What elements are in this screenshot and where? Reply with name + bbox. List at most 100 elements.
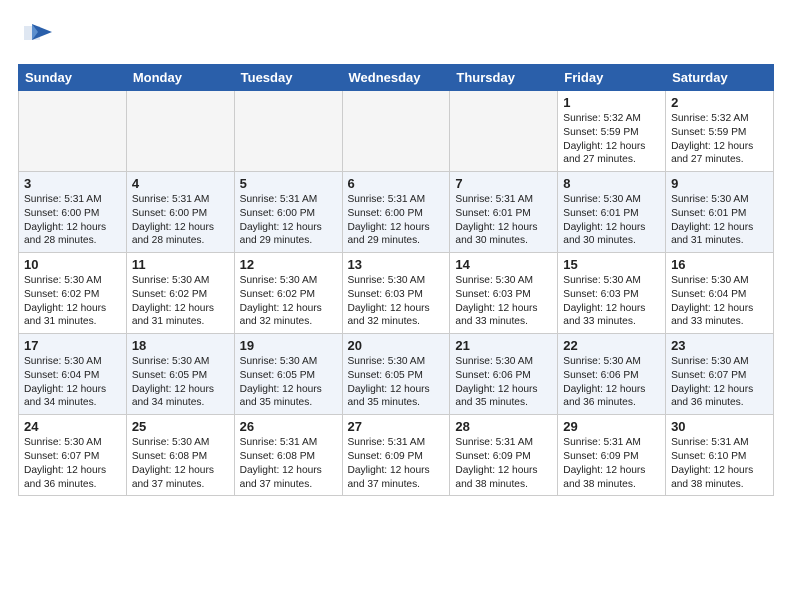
- day-number: 30: [671, 419, 768, 434]
- day-info: Sunrise: 5:30 AM Sunset: 6:02 PM Dayligh…: [132, 274, 229, 329]
- logo: [18, 18, 58, 54]
- day-info: Sunrise: 5:30 AM Sunset: 6:06 PM Dayligh…: [563, 355, 660, 410]
- calendar-cell: 19Sunrise: 5:30 AM Sunset: 6:05 PM Dayli…: [234, 334, 342, 415]
- day-number: 15: [563, 257, 660, 272]
- day-info: Sunrise: 5:31 AM Sunset: 6:00 PM Dayligh…: [240, 193, 337, 248]
- day-info: Sunrise: 5:30 AM Sunset: 6:07 PM Dayligh…: [24, 436, 121, 491]
- calendar-cell: 8 Sunrise: 5:30 AM Sunset: 6:01 PM Daylig…: [558, 172, 666, 253]
- day-info: Sunrise: 5:30 AM Sunset: 6:03 PM Dayligh…: [348, 274, 445, 329]
- calendar-cell: 6 Sunrise: 5:31 AM Sunset: 6:00 PM Daylig…: [342, 172, 450, 253]
- day-number: 23: [671, 338, 768, 353]
- week-row-4: 17Sunrise: 5:30 AM Sunset: 6:04 PM Dayli…: [19, 334, 774, 415]
- calendar-cell: 9 Sunrise: 5:30 AM Sunset: 6:01 PM Daylig…: [666, 172, 774, 253]
- calendar: SundayMondayTuesdayWednesdayThursdayFrid…: [18, 64, 774, 496]
- day-info: Sunrise: 5:30 AM Sunset: 6:01 PM Dayligh…: [671, 193, 768, 248]
- calendar-cell: [450, 91, 558, 172]
- calendar-cell: 13 Sunrise: 5:30 AM Sunset: 6:03 PM Dayli…: [342, 253, 450, 334]
- day-info: Sunrise: 5:30 AM Sunset: 6:02 PM Dayligh…: [24, 274, 121, 329]
- day-info: Sunrise: 5:31 AM Sunset: 6:00 PM Dayligh…: [132, 193, 229, 248]
- day-number: 6: [348, 176, 445, 191]
- weekday-header-sunday: Sunday: [19, 65, 127, 91]
- day-info: Sunrise: 5:31 AM Sunset: 6:00 PM Dayligh…: [24, 193, 121, 248]
- day-number: 11: [132, 257, 229, 272]
- day-info: Sunrise: 5:32 AM Sunset: 5:59 PM Dayligh…: [671, 112, 768, 167]
- calendar-cell: 2Sunrise: 5:32 AM Sunset: 5:59 PM Daylig…: [666, 91, 774, 172]
- weekday-header-row: SundayMondayTuesdayWednesdayThursdayFrid…: [19, 65, 774, 91]
- weekday-header-thursday: Thursday: [450, 65, 558, 91]
- calendar-cell: 17Sunrise: 5:30 AM Sunset: 6:04 PM Dayli…: [19, 334, 127, 415]
- day-info: Sunrise: 5:31 AM Sunset: 6:00 PM Dayligh…: [348, 193, 445, 248]
- day-number: 28: [455, 419, 552, 434]
- day-number: 18: [132, 338, 229, 353]
- calendar-cell: [19, 91, 127, 172]
- day-number: 3: [24, 176, 121, 191]
- day-info: Sunrise: 5:30 AM Sunset: 6:03 PM Dayligh…: [455, 274, 552, 329]
- calendar-cell: 29Sunrise: 5:31 AM Sunset: 6:09 PM Dayli…: [558, 415, 666, 496]
- calendar-cell: 30 Sunrise: 5:31 AM Sunset: 6:10 PM Dayli…: [666, 415, 774, 496]
- calendar-cell: 18 Sunrise: 5:30 AM Sunset: 6:05 PM Dayli…: [126, 334, 234, 415]
- header: [18, 18, 774, 54]
- calendar-cell: 26 Sunrise: 5:31 AM Sunset: 6:08 PM Dayli…: [234, 415, 342, 496]
- day-info: Sunrise: 5:32 AM Sunset: 5:59 PM Dayligh…: [563, 112, 660, 167]
- day-number: 4: [132, 176, 229, 191]
- calendar-cell: 4 Sunrise: 5:31 AM Sunset: 6:00 PM Daylig…: [126, 172, 234, 253]
- page: SundayMondayTuesdayWednesdayThursdayFrid…: [0, 0, 792, 612]
- day-info: Sunrise: 5:30 AM Sunset: 6:07 PM Dayligh…: [671, 355, 768, 410]
- calendar-cell: 10Sunrise: 5:30 AM Sunset: 6:02 PM Dayli…: [19, 253, 127, 334]
- day-number: 22: [563, 338, 660, 353]
- day-number: 16: [671, 257, 768, 272]
- calendar-cell: 1 Sunrise: 5:32 AM Sunset: 5:59 PM Daylig…: [558, 91, 666, 172]
- day-number: 7: [455, 176, 552, 191]
- calendar-cell: 21 Sunrise: 5:30 AM Sunset: 6:06 PM Dayli…: [450, 334, 558, 415]
- day-info: Sunrise: 5:31 AM Sunset: 6:10 PM Dayligh…: [671, 436, 768, 491]
- calendar-cell: 16 Sunrise: 5:30 AM Sunset: 6:04 PM Dayli…: [666, 253, 774, 334]
- calendar-cell: 7 Sunrise: 5:31 AM Sunset: 6:01 PM Daylig…: [450, 172, 558, 253]
- day-number: 27: [348, 419, 445, 434]
- day-number: 9: [671, 176, 768, 191]
- week-row-2: 3 Sunrise: 5:31 AM Sunset: 6:00 PM Daylig…: [19, 172, 774, 253]
- day-info: Sunrise: 5:31 AM Sunset: 6:01 PM Dayligh…: [455, 193, 552, 248]
- day-info: Sunrise: 5:31 AM Sunset: 6:09 PM Dayligh…: [348, 436, 445, 491]
- calendar-cell: 20Sunrise: 5:30 AM Sunset: 6:05 PM Dayli…: [342, 334, 450, 415]
- day-number: 1: [563, 95, 660, 110]
- calendar-cell: 25 Sunrise: 5:30 AM Sunset: 6:08 PM Dayli…: [126, 415, 234, 496]
- day-number: 8: [563, 176, 660, 191]
- weekday-header-friday: Friday: [558, 65, 666, 91]
- day-info: Sunrise: 5:30 AM Sunset: 6:06 PM Dayligh…: [455, 355, 552, 410]
- day-info: Sunrise: 5:30 AM Sunset: 6:05 PM Dayligh…: [132, 355, 229, 410]
- calendar-cell: 28Sunrise: 5:31 AM Sunset: 6:09 PM Dayli…: [450, 415, 558, 496]
- calendar-cell: 3 Sunrise: 5:31 AM Sunset: 6:00 PM Daylig…: [19, 172, 127, 253]
- day-number: 17: [24, 338, 121, 353]
- day-number: 14: [455, 257, 552, 272]
- calendar-cell: 11 Sunrise: 5:30 AM Sunset: 6:02 PM Dayli…: [126, 253, 234, 334]
- calendar-cell: 5Sunrise: 5:31 AM Sunset: 6:00 PM Daylig…: [234, 172, 342, 253]
- week-row-1: 1 Sunrise: 5:32 AM Sunset: 5:59 PM Daylig…: [19, 91, 774, 172]
- day-info: Sunrise: 5:31 AM Sunset: 6:08 PM Dayligh…: [240, 436, 337, 491]
- day-number: 26: [240, 419, 337, 434]
- calendar-cell: 22 Sunrise: 5:30 AM Sunset: 6:06 PM Dayli…: [558, 334, 666, 415]
- day-number: 25: [132, 419, 229, 434]
- calendar-cell: [126, 91, 234, 172]
- weekday-header-saturday: Saturday: [666, 65, 774, 91]
- day-info: Sunrise: 5:30 AM Sunset: 6:04 PM Dayligh…: [671, 274, 768, 329]
- calendar-cell: 12 Sunrise: 5:30 AM Sunset: 6:02 PM Dayli…: [234, 253, 342, 334]
- calendar-cell: 27 Sunrise: 5:31 AM Sunset: 6:09 PM Dayli…: [342, 415, 450, 496]
- calendar-cell: [234, 91, 342, 172]
- weekday-header-wednesday: Wednesday: [342, 65, 450, 91]
- day-info: Sunrise: 5:30 AM Sunset: 6:02 PM Dayligh…: [240, 274, 337, 329]
- day-number: 13: [348, 257, 445, 272]
- week-row-5: 24Sunrise: 5:30 AM Sunset: 6:07 PM Dayli…: [19, 415, 774, 496]
- day-info: Sunrise: 5:30 AM Sunset: 6:05 PM Dayligh…: [348, 355, 445, 410]
- day-number: 12: [240, 257, 337, 272]
- calendar-cell: 23 Sunrise: 5:30 AM Sunset: 6:07 PM Dayli…: [666, 334, 774, 415]
- calendar-cell: [342, 91, 450, 172]
- day-info: Sunrise: 5:31 AM Sunset: 6:09 PM Dayligh…: [563, 436, 660, 491]
- day-info: Sunrise: 5:30 AM Sunset: 6:08 PM Dayligh…: [132, 436, 229, 491]
- calendar-cell: 15Sunrise: 5:30 AM Sunset: 6:03 PM Dayli…: [558, 253, 666, 334]
- calendar-cell: 24Sunrise: 5:30 AM Sunset: 6:07 PM Dayli…: [19, 415, 127, 496]
- day-number: 21: [455, 338, 552, 353]
- calendar-cell: 14 Sunrise: 5:30 AM Sunset: 6:03 PM Dayli…: [450, 253, 558, 334]
- day-info: Sunrise: 5:30 AM Sunset: 6:01 PM Dayligh…: [563, 193, 660, 248]
- weekday-header-tuesday: Tuesday: [234, 65, 342, 91]
- day-info: Sunrise: 5:30 AM Sunset: 6:05 PM Dayligh…: [240, 355, 337, 410]
